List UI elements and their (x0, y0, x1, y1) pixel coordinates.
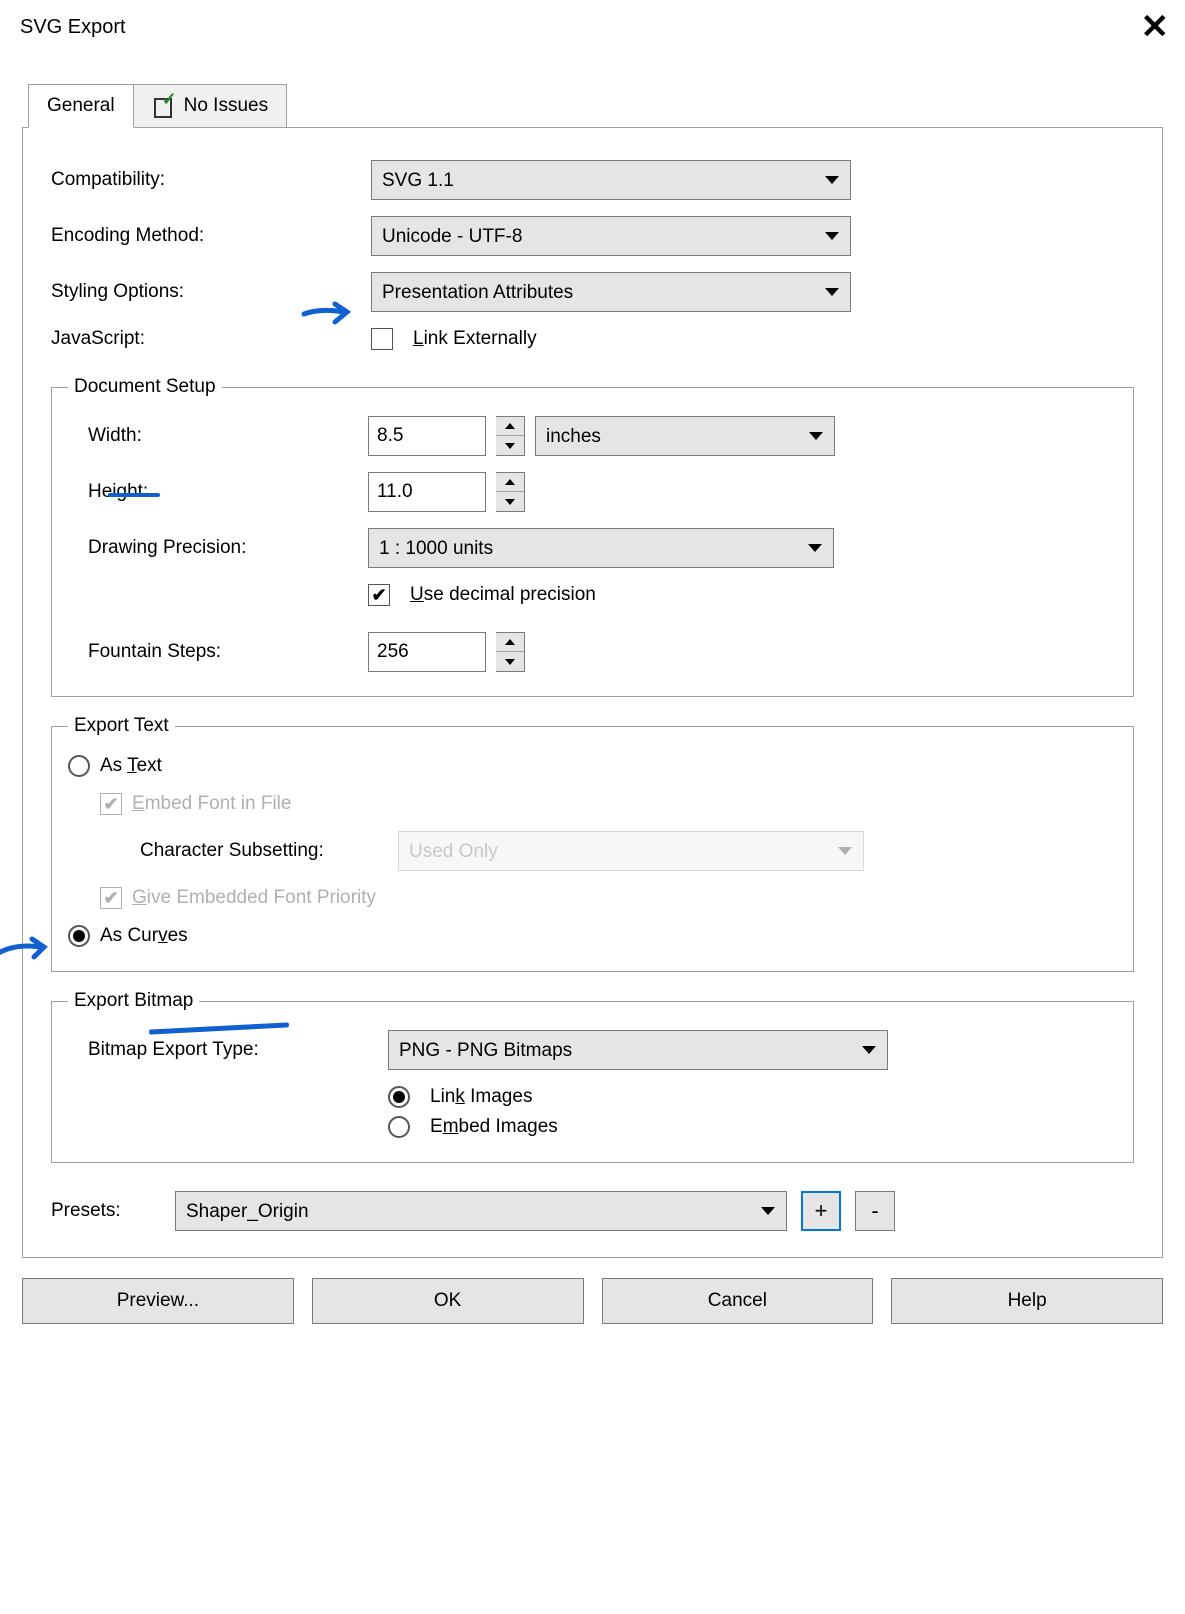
link-externally-checkbox[interactable] (371, 328, 393, 350)
height-label: Height: (68, 481, 368, 503)
fountain-steps-input[interactable] (368, 632, 486, 672)
as-curves-label: As Curves (100, 925, 188, 947)
preset-remove-button[interactable]: - (855, 1191, 895, 1231)
chevron-up-icon[interactable] (496, 417, 524, 436)
bitmap-type-label: Bitmap Export Type: (68, 1039, 388, 1061)
annotation-arrow-curves (0, 935, 50, 965)
compatibility-select[interactable]: SVG 1.1 (371, 160, 851, 200)
fountain-steps-label: Fountain Steps: (68, 641, 368, 663)
chevron-up-icon[interactable] (496, 473, 524, 492)
width-label: Width: (68, 425, 368, 447)
link-images-radio[interactable] (388, 1086, 410, 1108)
embed-font-label: Embed Font in File (132, 793, 291, 815)
document-setup-legend: Document Setup (68, 376, 222, 398)
no-issues-icon (152, 95, 174, 117)
tab-general[interactable]: General (28, 84, 134, 128)
link-externally-label: Link Externally (413, 328, 537, 350)
help-button[interactable]: Help (891, 1278, 1163, 1324)
use-decimal-checkbox[interactable]: ✔ (368, 584, 390, 606)
export-text-legend: Export Text (68, 715, 175, 737)
height-input[interactable] (368, 472, 486, 512)
preview-button[interactable]: Preview... (22, 1278, 294, 1324)
javascript-label: JavaScript: (51, 328, 371, 350)
give-priority-checkbox: ✔ (100, 887, 122, 909)
use-decimal-label: Use decimal precision (410, 584, 596, 606)
width-input[interactable] (368, 416, 486, 456)
give-priority-label: Give Embedded Font Priority (132, 887, 376, 909)
dialog-title: SVG Export (20, 16, 126, 39)
char-subsetting-select: Used Only (398, 831, 864, 871)
close-icon[interactable]: ✕ (1141, 10, 1170, 44)
cancel-button[interactable]: Cancel (602, 1278, 874, 1324)
compatibility-label: Compatibility: (51, 169, 371, 191)
chevron-down-icon[interactable] (496, 652, 524, 671)
encoding-label: Encoding Method: (51, 225, 371, 247)
embed-font-checkbox: ✔ (100, 793, 122, 815)
as-text-label: As Text (100, 755, 162, 777)
tab-issues[interactable]: No Issues (133, 84, 287, 127)
export-bitmap-legend: Export Bitmap (68, 990, 199, 1012)
embed-images-radio[interactable] (388, 1116, 410, 1138)
drawing-precision-label: Drawing Precision: (68, 537, 368, 559)
height-spinner[interactable] (496, 472, 525, 512)
chevron-down-icon[interactable] (496, 492, 524, 511)
link-images-label: Link Images (430, 1086, 532, 1108)
as-curves-radio[interactable] (68, 925, 90, 947)
width-spinner[interactable] (496, 416, 525, 456)
export-bitmap-group: Export Bitmap Bitmap Export Type: PNG - … (51, 990, 1134, 1163)
width-unit-select[interactable]: inches (535, 416, 835, 456)
chevron-up-icon[interactable] (496, 633, 524, 652)
document-setup-group: Document Setup Width: inches (51, 376, 1134, 697)
char-subsetting-label: Character Subsetting: (68, 840, 398, 862)
tab-general-label: General (47, 95, 115, 116)
bitmap-type-select[interactable]: PNG - PNG Bitmaps (388, 1030, 888, 1070)
ok-button[interactable]: OK (312, 1278, 584, 1324)
fountain-steps-spinner[interactable] (496, 632, 525, 672)
presets-label: Presets: (51, 1200, 161, 1222)
styling-label: Styling Options: (51, 281, 371, 303)
export-text-group: Export Text As Text ✔ Embed Font in File… (51, 715, 1134, 972)
tab-issues-label: No Issues (184, 95, 268, 117)
styling-select[interactable]: Presentation Attributes (371, 272, 851, 312)
presets-select[interactable]: Shaper_Origin (175, 1191, 787, 1231)
as-text-radio[interactable] (68, 755, 90, 777)
chevron-down-icon[interactable] (496, 436, 524, 455)
embed-images-label: Embed Images (430, 1116, 558, 1138)
drawing-precision-select[interactable]: 1 : 1000 units (368, 528, 834, 568)
preset-add-button[interactable]: + (801, 1191, 841, 1231)
encoding-select[interactable]: Unicode - UTF-8 (371, 216, 851, 256)
